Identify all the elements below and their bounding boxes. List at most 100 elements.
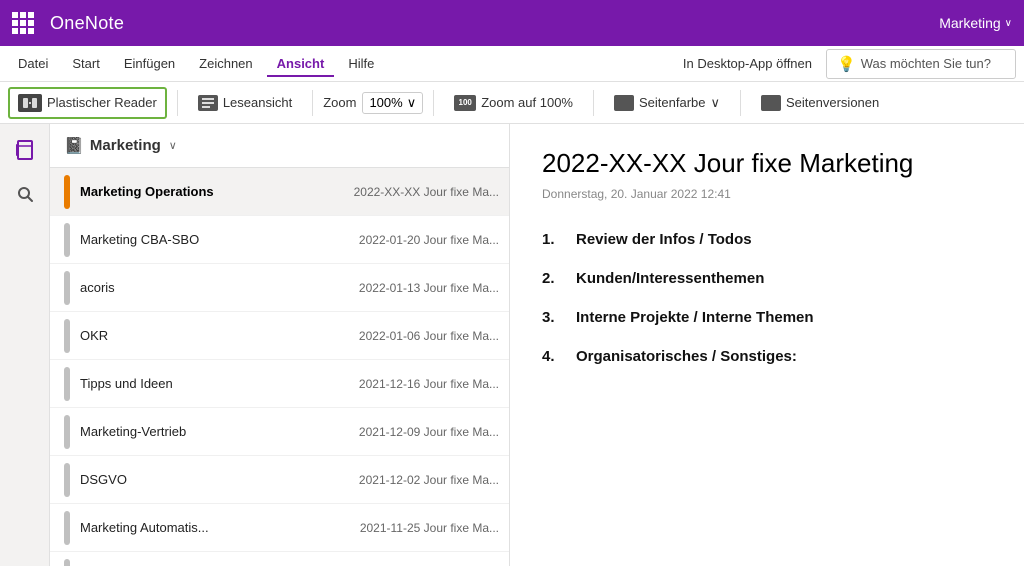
agenda-list: 1. Review der Infos / Todos 2. Kunden/Inter…	[542, 231, 992, 365]
notebook-header: 📓 Marketing ∨	[50, 124, 509, 168]
agenda-text-1: Kunden/Interessenthemen	[576, 270, 764, 287]
menu-hilfe[interactable]: Hilfe	[338, 50, 384, 77]
section-preview-5: 2021-12-09 Jour fixe Ma...	[359, 425, 499, 439]
app-name: OneNote	[50, 13, 929, 34]
sidebar-notebook-icon[interactable]	[9, 134, 41, 166]
section-preview-6: 2021-12-02 Jour fixe Ma...	[359, 473, 499, 487]
sidebar-search-icon[interactable]	[9, 178, 41, 210]
page-meta: Donnerstag, 20. Januar 2022 12:41	[542, 187, 992, 201]
toolbar-sep-4	[593, 90, 594, 116]
section-row-3[interactable]: OKR 2022-01-06 Jour fixe Ma...	[50, 312, 509, 360]
section-name-1: Marketing CBA-SBO	[80, 232, 349, 247]
toolbar-sep-2	[312, 90, 313, 116]
section-row-0[interactable]: Marketing Operations2022-XX-XX Jour fixe…	[50, 168, 509, 216]
zoom-select[interactable]: 100% ∨	[362, 92, 423, 114]
section-name-5: Marketing-Vertrieb	[80, 424, 349, 439]
section-row-7[interactable]: Marketing Automatis... 2021-11-25 Jour fi…	[50, 504, 509, 552]
title-bar: OneNote Marketing ∨	[0, 0, 1024, 46]
section-preview-4: 2021-12-16 Jour fixe Ma...	[359, 377, 499, 391]
seitenfarbe-chevron: ∨	[711, 95, 721, 111]
sidebar	[0, 124, 50, 566]
section-tab-0	[64, 175, 70, 209]
toolbar-sep-5	[740, 90, 741, 116]
agenda-num-0: 1.	[542, 231, 566, 248]
section-tab-4	[64, 367, 70, 401]
zoom-label: Zoom	[323, 95, 356, 110]
notebook-chevron[interactable]: ∨	[169, 139, 177, 152]
section-row-5[interactable]: Marketing-Vertrieb 2021-12-09 Jour fixe M…	[50, 408, 509, 456]
section-name-0: Marketing Operations	[80, 184, 344, 199]
toolbar-sep-3	[433, 90, 434, 116]
menu-ansicht[interactable]: Ansicht	[267, 50, 335, 77]
section-row-6[interactable]: DSGVO 2021-12-02 Jour fixe Ma...	[50, 456, 509, 504]
section-list: Marketing Operations2022-XX-XX Jour fixe…	[50, 168, 509, 566]
section-row-8[interactable]: Studio MS/UX/Lass...2021-11-18 Jour fixe…	[50, 552, 509, 566]
seitenversionen-btn[interactable]: Seitenversionen	[751, 88, 889, 118]
section-name-4: Tipps und Ideen	[80, 376, 349, 391]
agenda-text-0: Review der Infos / Todos	[576, 231, 752, 248]
notebook-name: Marketing	[90, 137, 161, 154]
main-area: 📓 Marketing ∨ Marketing Operations2022-X…	[0, 124, 1024, 566]
seitenfarbe-label: Seitenfarbe	[639, 95, 706, 110]
notebook-icon: 📓	[64, 136, 84, 156]
notebook-panel: 📓 Marketing ∨ Marketing Operations2022-X…	[50, 124, 510, 566]
zoom-value: 100%	[369, 95, 402, 110]
plastischer-reader-btn[interactable]: Plastischer Reader	[8, 87, 167, 119]
menu-zeichnen[interactable]: Zeichnen	[189, 50, 262, 77]
leseansicht-icon	[198, 95, 218, 111]
menu-datei[interactable]: Datei	[8, 50, 58, 77]
agenda-text-3: Organisatorisches / Sonstiges:	[576, 348, 797, 365]
zoom100-label: Zoom auf 100%	[481, 95, 573, 110]
section-row-2[interactable]: acoris 2022-01-13 Jour fixe Ma...	[50, 264, 509, 312]
section-tab-1	[64, 223, 70, 257]
zoom100-btn[interactable]: 100 Zoom auf 100%	[444, 88, 583, 118]
seitenfarbe-btn[interactable]: Seitenfarbe ∨	[604, 88, 730, 118]
seitenversionen-icon	[761, 95, 781, 111]
section-name-2: acoris	[80, 280, 349, 295]
agenda-num-2: 3.	[542, 309, 566, 326]
section-name-7: Marketing Automatis...	[80, 520, 350, 535]
page-title[interactable]: 2022-XX-XX Jour fixe Marketing	[542, 148, 992, 179]
section-tab-2	[64, 271, 70, 305]
section-name-6: DSGVO	[80, 472, 349, 487]
agenda-num-3: 4.	[542, 348, 566, 365]
section-tab-7	[64, 511, 70, 545]
account-name: Marketing	[939, 15, 1000, 31]
menu-einfuegen[interactable]: Einfügen	[114, 50, 185, 77]
search-hint[interactable]: 💡 Was möchten Sie tun?	[826, 49, 1016, 79]
section-tab-8	[64, 559, 70, 566]
agenda-text-2: Interne Projekte / Interne Themen	[576, 309, 814, 326]
plastischer-reader-label: Plastischer Reader	[47, 95, 157, 110]
section-preview-7: 2021-11-25 Jour fixe Ma...	[360, 521, 499, 535]
section-tab-3	[64, 319, 70, 353]
zoom-chevron: ∨	[407, 95, 417, 111]
section-preview-3: 2022-01-06 Jour fixe Ma...	[359, 329, 499, 343]
content-area: 2022-XX-XX Jour fixe Marketing Donnersta…	[510, 124, 1024, 566]
section-row-4[interactable]: Tipps und Ideen 2021-12-16 Jour fixe Ma..…	[50, 360, 509, 408]
agenda-num-1: 2.	[542, 270, 566, 287]
agenda-item-0: 1. Review der Infos / Todos	[542, 231, 992, 248]
bulb-icon: 💡	[837, 55, 856, 73]
agenda-item-3: 4. Organisatorisches / Sonstiges:	[542, 348, 992, 365]
section-name-3: OKR	[80, 328, 349, 343]
agenda-item-2: 3. Interne Projekte / Interne Themen	[542, 309, 992, 326]
toolbar: Plastischer Reader Leseansicht Zoom 100%…	[0, 82, 1024, 124]
account-button[interactable]: Marketing ∨	[939, 15, 1012, 31]
reader-icon	[18, 94, 42, 112]
leseansicht-label: Leseansicht	[223, 95, 292, 110]
section-row-1[interactable]: Marketing CBA-SBO 2022-01-20 Jour fixe Ma…	[50, 216, 509, 264]
leseansicht-btn[interactable]: Leseansicht	[188, 88, 302, 118]
zoom100-icon: 100	[454, 95, 476, 111]
menu-bar: Datei Start Einfügen Zeichnen Ansicht Hi…	[0, 46, 1024, 82]
agenda-item-1: 2. Kunden/Interessenthemen	[542, 270, 992, 287]
waffle-icon[interactable]	[12, 12, 34, 34]
section-tab-6	[64, 463, 70, 497]
seitenfarbe-icon	[614, 95, 634, 111]
section-preview-2: 2022-01-13 Jour fixe Ma...	[359, 281, 499, 295]
search-hint-text: Was möchten Sie tun?	[861, 56, 991, 71]
section-tab-5	[64, 415, 70, 449]
toolbar-sep-1	[177, 90, 178, 116]
menu-start[interactable]: Start	[62, 50, 109, 77]
section-preview-1: 2022-01-20 Jour fixe Ma...	[359, 233, 499, 247]
open-desktop-btn[interactable]: In Desktop-App öffnen	[673, 50, 822, 77]
